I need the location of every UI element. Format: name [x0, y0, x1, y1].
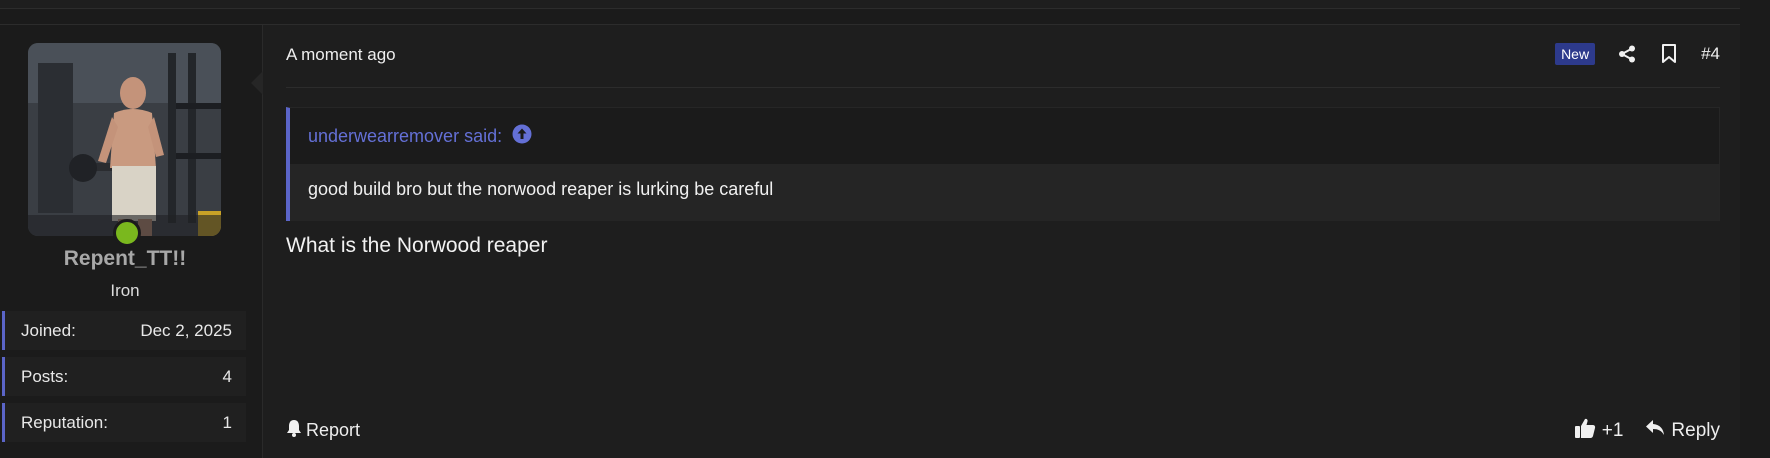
- post-timestamp[interactable]: A moment ago: [286, 45, 396, 65]
- share-icon[interactable]: [1617, 44, 1637, 64]
- quote-source-link[interactable]: underwearremover said:: [308, 124, 532, 149]
- stat-row-reputation: Reputation: 1: [2, 403, 246, 442]
- avatar-container[interactable]: [28, 43, 221, 247]
- bookmark-icon[interactable]: [1659, 44, 1679, 64]
- message-column: A moment ago New #4 underwearremover sai…: [263, 25, 1740, 458]
- stat-label: Reputation:: [21, 412, 108, 432]
- reply-button[interactable]: Reply: [1645, 419, 1720, 443]
- new-badge: New: [1555, 43, 1596, 65]
- thumbs-up-icon: [1574, 417, 1596, 445]
- stat-label: Joined:: [21, 320, 76, 340]
- post-message: What is the Norwood reaper: [286, 234, 548, 257]
- online-status-indicator: [113, 219, 141, 247]
- reply-icon: [1645, 419, 1665, 443]
- reply-label: Reply: [1671, 420, 1720, 441]
- quote-block: underwearremover said: good build bro bu…: [286, 107, 1720, 221]
- quote-author[interactable]: underwearremover said:: [308, 126, 502, 147]
- avatar[interactable]: [28, 43, 221, 236]
- stat-value: 1: [222, 412, 232, 432]
- user-title: Iron: [110, 281, 140, 300]
- username[interactable]: Repent_TT!!: [0, 247, 250, 271]
- user-column: Repent_TT!! Iron Joined: Dec 2, 2025 Pos…: [0, 25, 263, 458]
- post-number-link[interactable]: #4: [1701, 44, 1720, 64]
- stat-label: Posts:: [21, 366, 69, 386]
- stat-value: 4: [222, 366, 232, 386]
- report-label: Report: [306, 420, 361, 440]
- stat-row-posts: Posts: 4: [2, 357, 246, 396]
- arrow-up-circle-icon[interactable]: [512, 124, 532, 149]
- post-footer-actions: +1 Reply: [1574, 417, 1720, 445]
- page: Repent_TT!! Iron Joined: Dec 2, 2025 Pos…: [0, 0, 1770, 458]
- previous-post-edge: [0, 0, 1740, 9]
- stat-value: Dec 2, 2025: [140, 320, 232, 340]
- header-divider: [286, 87, 1720, 88]
- avatar-image: [28, 43, 221, 236]
- like-count: +1: [1601, 420, 1624, 441]
- forum-post: Repent_TT!! Iron Joined: Dec 2, 2025 Pos…: [0, 24, 1740, 458]
- like-button[interactable]: +1: [1574, 417, 1624, 445]
- bell-icon: [286, 419, 302, 442]
- page-gutter: [1740, 0, 1770, 458]
- stat-row-joined: Joined: Dec 2, 2025: [2, 311, 246, 350]
- quote-text: good build bro but the norwood reaper is…: [290, 164, 1719, 221]
- report-button[interactable]: Report: [286, 419, 360, 442]
- post-header-actions: New #4: [1555, 43, 1720, 65]
